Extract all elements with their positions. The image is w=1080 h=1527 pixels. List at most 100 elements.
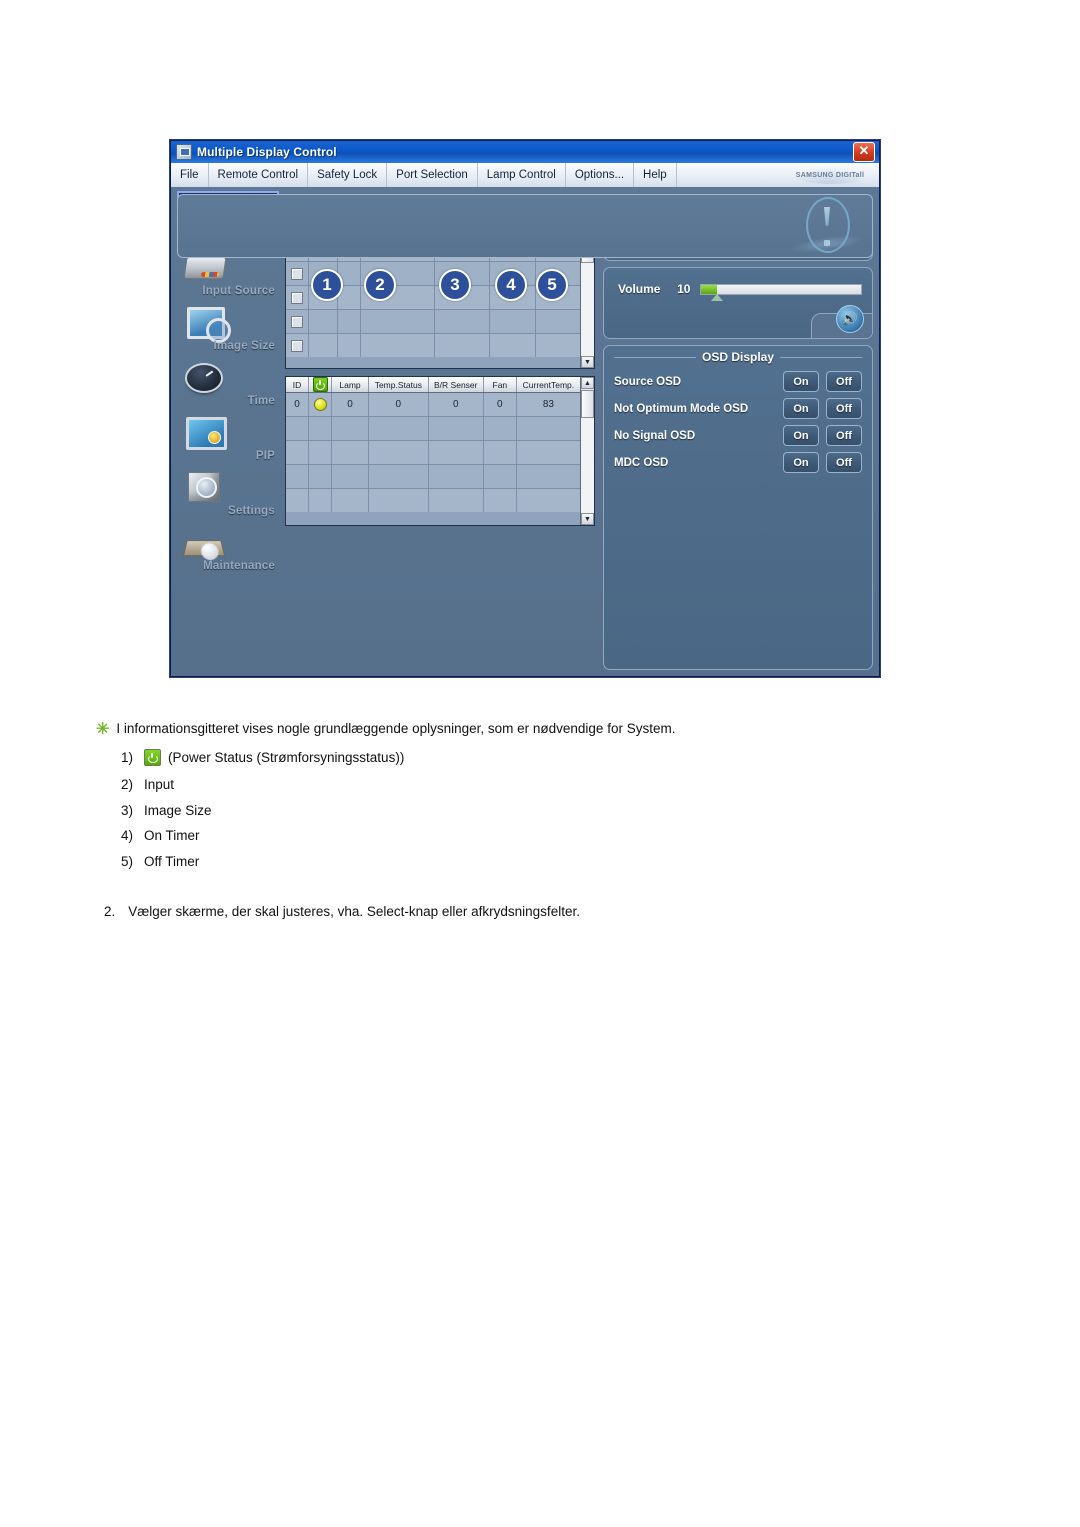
sidebar-item-time[interactable]: Time [177,356,279,409]
menu-item-safety-lock[interactable]: Safety Lock [308,163,388,187]
step-text: Vælger skærme, der skal justeres, vha. S… [128,904,580,919]
sidebar-item-maintenance[interactable]: Maintenance [177,521,279,574]
cell-id [286,465,309,488]
sidebar-item-label: PIP [255,450,275,462]
table-row[interactable]: 0 0 0 0 0 83 [286,393,580,417]
menu-item-help[interactable]: Help [634,163,677,187]
cell-fan [483,417,517,440]
table-row[interactable] [286,310,580,334]
sidebar-item-label: Settings [228,505,275,517]
mdc-osd-on-button[interactable]: On [783,452,819,473]
cell-temp-status [369,441,429,464]
row-checkbox[interactable] [286,262,309,285]
osd-display-panel: OSD Display Source OSD On Off Not Optimu… [603,345,873,670]
right-column: Power On Power Off Volume 10 [603,221,873,670]
speaker-icon[interactable]: 🔊 [836,305,864,333]
lamp-grid-scrollbar[interactable]: ▲ ▼ [580,377,594,525]
close-icon[interactable]: ✕ [853,142,875,162]
scroll-down-icon[interactable]: ▼ [581,356,594,368]
volume-slider[interactable] [700,283,862,301]
lamp-grid-header: ID Lamp Temp.Status B/R Senser Fan Curre… [286,377,580,393]
table-row[interactable] [286,334,580,357]
osd-row-no-signal: No Signal OSD On Off [614,422,862,449]
status-dot-on-icon [313,398,327,411]
no-signal-osd-off-button[interactable]: Off [826,425,862,446]
mdc-osd-off-button[interactable]: Off [826,452,862,473]
cell-power [309,393,332,416]
table-row[interactable] [286,465,580,489]
cell-on-timer [490,334,536,357]
settings-icon [188,472,220,502]
callout-3: 3 [439,269,471,301]
source-osd-off-button[interactable]: Off [826,371,862,392]
cell-id [309,334,338,357]
step-2-line: 2. Vælger skærme, der skal justeres, vha… [104,904,580,919]
sidebar-item-settings[interactable]: Settings [177,466,279,519]
sidebar-item-pip[interactable]: PIP [177,411,279,464]
not-optimum-osd-on-button[interactable]: On [783,398,819,419]
cell-id [286,441,309,464]
cell-temp-status [369,489,429,512]
row-checkbox[interactable] [286,286,309,309]
list-index: 5) [121,853,134,869]
checkbox-box [291,291,303,304]
list-text: Input [144,777,175,792]
no-signal-osd-on-button[interactable]: On [783,425,819,446]
cell-lamp [332,489,369,512]
osd-row-source: Source OSD On Off [614,368,862,395]
cell-fan [483,489,517,512]
cell-power [309,489,332,512]
menu-item-port-selection[interactable]: Port Selection [387,163,478,187]
osd-label: Source OSD [614,375,682,388]
volume-slider-fill [701,284,718,294]
cell-current-temp [516,441,580,464]
scroll-down-icon[interactable]: ▼ [581,513,594,525]
cell-off-timer [536,334,580,357]
not-optimum-osd-off-button[interactable]: Off [826,398,862,419]
cell-fan [483,465,517,488]
cell-power [338,334,361,357]
lamp-grid: ID Lamp Temp.Status B/R Senser Fan Curre… [285,376,595,526]
callout-5: 5 [536,269,568,301]
sidebar: System Input Source Image Size Time PIP … [171,187,285,676]
window-title: Multiple Display Control [197,145,337,159]
sidebar-item-image-size[interactable]: Image Size [177,301,279,354]
list-index: 2) [121,777,134,792]
cell-id [309,310,338,333]
left-column: ID Input Image Size On Timer Off Timer [285,221,595,670]
cell-temp-status: 0 [369,393,429,416]
table-row[interactable] [286,441,580,465]
source-osd-on-button[interactable]: On [783,371,819,392]
cell-current-temp [516,465,580,488]
scroll-up-icon[interactable]: ▲ [581,377,594,389]
scrollbar-track[interactable] [581,418,594,513]
scrollbar-track[interactable] [581,263,594,356]
row-checkbox[interactable] [286,334,309,357]
osd-row-mdc: MDC OSD On Off [614,449,862,476]
sidebar-item-label: Time [247,395,275,407]
cell-id: 0 [286,393,309,416]
cell-br-senser [428,417,484,440]
cell-power [309,465,332,488]
menu-item-lamp-control[interactable]: Lamp Control [478,163,566,187]
list-text: (Power Status (Strømforsyningsstatus)) [168,749,405,765]
cell-power [338,310,361,333]
cell-lamp [332,465,369,488]
sidebar-item-label: Image Size [213,340,275,352]
menu-item-remote-control[interactable]: Remote Control [209,163,309,187]
app-icon [176,144,192,160]
menu-item-options[interactable]: Options... [566,163,635,187]
volume-slider-thumb[interactable] [711,293,724,301]
scrollbar-thumb[interactable] [581,390,594,418]
row-checkbox[interactable] [286,310,309,333]
step-index: 2. [104,904,116,919]
table-row[interactable] [286,417,580,441]
col-header-br-senser: B/R Senser [429,377,484,392]
cell-br-senser: 0 [428,393,484,416]
callout-1: 1 [311,269,343,301]
menu-item-file[interactable]: File [171,163,209,187]
cell-input [361,310,436,333]
document-text: ✳ I informationsgitteret vises nogle gru… [96,722,996,868]
table-row[interactable] [286,489,580,512]
osd-label: Not Optimum Mode OSD [614,402,749,415]
